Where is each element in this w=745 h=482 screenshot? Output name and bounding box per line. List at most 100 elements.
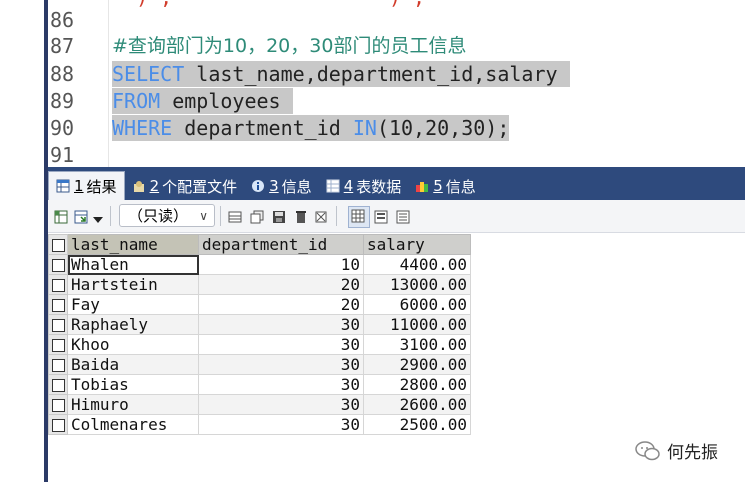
cell-last-name[interactable]: Khoo: [67, 334, 199, 355]
header-row: last_name department_id salary: [48, 234, 471, 255]
line-number: 90: [50, 116, 75, 140]
row-checkbox[interactable]: [48, 294, 68, 315]
editor-line-86[interactable]: 86: [48, 7, 745, 33]
column-header-salary[interactable]: salary: [363, 234, 471, 255]
cell-last-name[interactable]: Whalen: [67, 254, 199, 275]
chevron-down-icon: ∨: [199, 209, 208, 223]
cell-salary[interactable]: 2800.00: [363, 374, 471, 395]
info-colored-icon: [415, 179, 429, 193]
table-row[interactable]: Tobias 30 2800.00: [48, 374, 471, 395]
editor-line-87[interactable]: 87 #查询部门为10，20，30部门的员工信息: [48, 33, 745, 59]
sql-editor[interactable]: ) , ) , 86 87 #查询部门为10，20，30部门的员工信息 88 S…: [48, 0, 745, 167]
grid-view-icon[interactable]: [348, 206, 370, 228]
table-row[interactable]: Baida 30 2900.00: [48, 354, 471, 375]
cell-department-id[interactable]: 30: [198, 374, 364, 395]
row-checkbox[interactable]: [48, 314, 68, 335]
table-row[interactable]: Colmenares 30 2500.00: [48, 414, 471, 435]
import-icon[interactable]: [74, 209, 89, 224]
cell-department-id[interactable]: 20: [198, 274, 364, 295]
cell-last-name[interactable]: Himuro: [67, 394, 199, 415]
tab-number: 5: [433, 177, 443, 195]
tab-label: 结果: [86, 177, 117, 196]
text-view-icon[interactable]: [396, 209, 411, 224]
cell-last-name[interactable]: Baida: [67, 354, 199, 375]
cell-department-id[interactable]: 10: [198, 254, 364, 275]
tab-table-data[interactable]: 4 表数据: [319, 172, 409, 200]
cell-department-id[interactable]: 30: [198, 394, 364, 415]
cell-department-id[interactable]: 30: [198, 354, 364, 375]
table-row[interactable]: Hartstein 20 13000.00: [48, 274, 471, 295]
sql-text: employees: [160, 89, 293, 113]
tab-info-2[interactable]: 5 信息: [408, 172, 483, 200]
row-checkbox[interactable]: [48, 354, 68, 375]
info-icon: [251, 179, 265, 193]
cell-salary[interactable]: 2500.00: [363, 414, 471, 435]
editor-line-91[interactable]: 91: [48, 142, 745, 167]
line-number: 86: [50, 8, 75, 32]
duplicate-row-icon[interactable]: [250, 209, 265, 224]
cell-salary[interactable]: 11000.00: [363, 314, 471, 335]
tab-label: 信息: [445, 177, 476, 196]
result-grid[interactable]: last_name department_id salary Whalen 10…: [48, 234, 471, 435]
cell-salary[interactable]: 13000.00: [363, 274, 471, 295]
table-data-icon: [326, 179, 340, 193]
cell-department-id[interactable]: 20: [198, 294, 364, 315]
row-checkbox[interactable]: [48, 414, 68, 435]
cell-last-name[interactable]: Raphaely: [67, 314, 199, 335]
tab-profiles[interactable]: 2 个配置文件: [125, 172, 245, 200]
readonly-select[interactable]: （只读） ∨: [119, 204, 215, 227]
cell-salary[interactable]: 4400.00: [363, 254, 471, 275]
row-checkbox[interactable]: [48, 394, 68, 415]
select-all-checkbox[interactable]: [48, 234, 68, 255]
line-number: 87: [50, 34, 75, 58]
table-row[interactable]: Himuro 30 2600.00: [48, 394, 471, 415]
tab-info[interactable]: 3 信息: [244, 172, 319, 200]
editor-line-90[interactable]: 90 WHERE department_id IN(10,20,30);: [48, 115, 745, 141]
editor-line-89[interactable]: 89 FROM employees: [48, 88, 745, 114]
save-icon[interactable]: [272, 209, 287, 223]
row-checkbox[interactable]: [48, 274, 68, 295]
cell-last-name[interactable]: Colmenares: [67, 414, 199, 435]
sql-text: last_name,department_id,salary: [184, 62, 570, 86]
cell-salary[interactable]: 6000.00: [363, 294, 471, 315]
table-row[interactable]: Fay 20 6000.00: [48, 294, 471, 315]
discard-icon[interactable]: [314, 209, 329, 223]
toolbar-separator: [220, 206, 221, 226]
table-row[interactable]: Khoo 30 3100.00: [48, 334, 471, 355]
line-number: 89: [50, 89, 75, 113]
export-icon[interactable]: [54, 209, 69, 224]
cell-department-id[interactable]: 30: [198, 414, 364, 435]
dropdown-arrow-icon[interactable]: [92, 210, 107, 224]
checkbox-box: [51, 379, 65, 392]
column-header-last-name[interactable]: last_name: [67, 234, 199, 255]
checkbox-box: [51, 319, 65, 332]
checkbox-box: [51, 359, 65, 372]
checkbox-box: [51, 339, 65, 352]
delete-icon[interactable]: [294, 209, 309, 223]
cell-last-name[interactable]: Hartstein: [67, 274, 199, 295]
editor-line-88[interactable]: 88 SELECT last_name,department_id,salary: [48, 61, 745, 87]
add-row-icon[interactable]: [228, 209, 243, 223]
row-checkbox[interactable]: [48, 374, 68, 395]
row-checkbox[interactable]: [48, 334, 68, 355]
sql-comment: #查询部门为10，20，30部门的员工信息: [112, 35, 467, 57]
cell-last-name[interactable]: Fay: [67, 294, 199, 315]
tab-results[interactable]: 1 结果: [48, 171, 125, 200]
cell-department-id[interactable]: 30: [198, 334, 364, 355]
sql-code-selected: FROM employees: [112, 88, 293, 114]
tab-number: 4: [343, 177, 354, 195]
cell-salary[interactable]: 2900.00: [363, 354, 471, 375]
table-row[interactable]: Raphaely 30 11000.00: [48, 314, 471, 335]
line-number: 91: [50, 143, 75, 167]
row-checkbox[interactable]: [48, 254, 68, 275]
cell-salary[interactable]: 2600.00: [363, 394, 471, 415]
cell-last-name[interactable]: Tobias: [67, 374, 199, 395]
tab-number: 2: [149, 177, 160, 195]
column-header-department-id[interactable]: department_id: [198, 234, 364, 255]
readonly-select-value: （只读）: [128, 207, 189, 225]
form-view-icon[interactable]: [374, 209, 389, 224]
cell-salary[interactable]: 3100.00: [363, 334, 471, 355]
result-tabbar: 1 结果 2 个配置文件 3 信息 4 表数据 5 信息: [48, 167, 745, 200]
table-row[interactable]: Whalen 10 4400.00: [48, 254, 471, 275]
cell-department-id[interactable]: 30: [198, 314, 364, 335]
